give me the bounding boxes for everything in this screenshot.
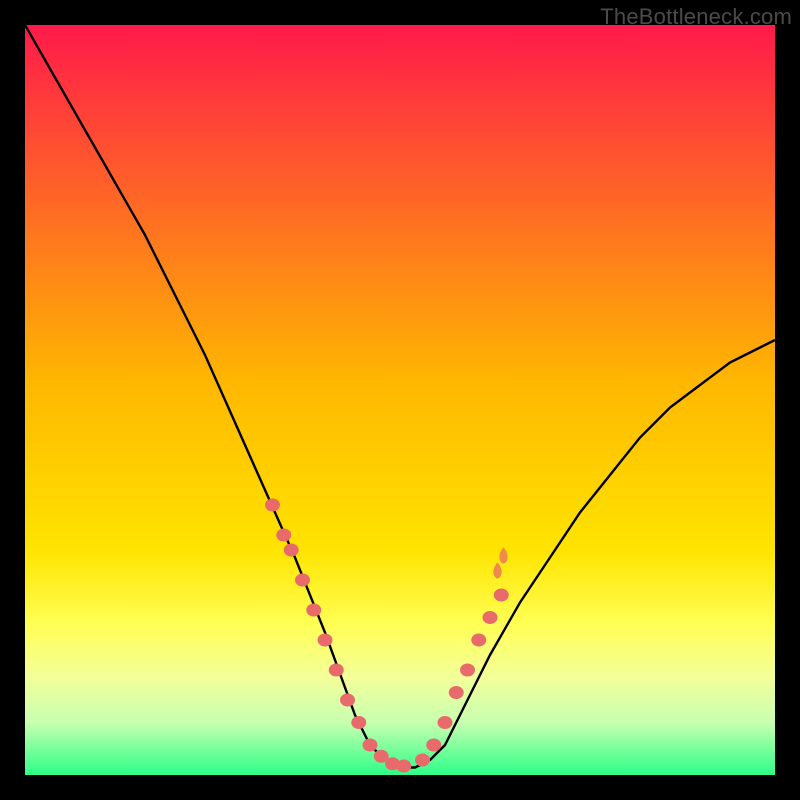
chart-marker xyxy=(284,544,299,557)
chart-marker xyxy=(396,760,411,773)
chart-marker xyxy=(483,611,498,624)
bottleneck-chart xyxy=(25,25,775,775)
chart-marker xyxy=(415,754,430,767)
chart-marker xyxy=(295,574,310,587)
chart-marker xyxy=(276,529,291,542)
chart-marker xyxy=(329,664,344,677)
chart-marker xyxy=(340,694,355,707)
chart-marker xyxy=(265,499,280,512)
chart-marker xyxy=(449,686,464,699)
chart-marker xyxy=(460,664,475,677)
chart-marker xyxy=(438,716,453,729)
chart-frame xyxy=(25,25,775,775)
chart-marker xyxy=(471,634,486,647)
chart-marker xyxy=(306,604,321,617)
gradient-background xyxy=(25,25,775,775)
chart-marker xyxy=(363,739,378,752)
chart-marker xyxy=(351,716,366,729)
chart-marker xyxy=(318,634,333,647)
chart-marker xyxy=(494,589,509,602)
chart-marker xyxy=(426,739,441,752)
watermark-text: TheBottleneck.com xyxy=(600,4,792,30)
